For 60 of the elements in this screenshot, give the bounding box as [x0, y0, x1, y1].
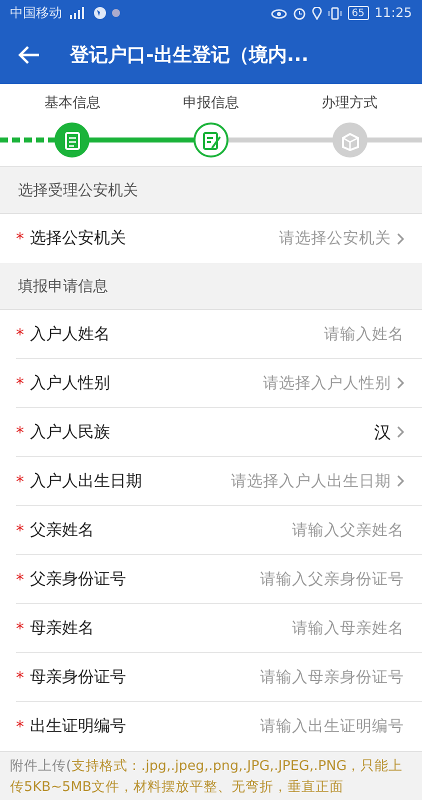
- battery-icon: 65: [348, 6, 369, 20]
- input-row[interactable]: * 入户人姓名 请输入姓名: [16, 310, 422, 359]
- field-label: 入户人性别: [30, 372, 110, 394]
- alarm-icon: [292, 6, 306, 20]
- input-row[interactable]: * 母亲身份证号 请输入母亲身份证号: [16, 653, 422, 702]
- required-mark: *: [16, 422, 24, 442]
- field-label: 母亲身份证号: [30, 666, 126, 688]
- field-label: 入户人民族: [30, 422, 110, 442]
- field-placeholder: 请选择公安机关: [279, 228, 391, 249]
- chevron-right-icon: [397, 475, 404, 487]
- input-row[interactable]: * 出生证明编号 请输入出生证明编号: [16, 702, 422, 751]
- step-label: 基本信息: [43, 94, 102, 112]
- section-header: 填报申请信息: [0, 263, 422, 310]
- required-mark: *: [16, 229, 24, 248]
- field-label: 父亲姓名: [30, 520, 94, 540]
- step-label: 申报信息: [182, 94, 240, 112]
- required-mark: *: [16, 324, 24, 344]
- required-mark: *: [16, 618, 24, 638]
- step-label: 办理方式: [320, 94, 379, 112]
- section-header: 选择受理公安机关: [0, 167, 422, 214]
- field-placeholder: 请输入母亲身份证号: [260, 666, 404, 688]
- field-label: 母亲姓名: [30, 618, 94, 638]
- field-label: 选择公安机关: [30, 228, 126, 249]
- field-placeholder: 请输入出生证明编号: [260, 716, 404, 737]
- select-row[interactable]: * 选择公安机关 请选择公安机关: [16, 214, 422, 263]
- required-mark: *: [16, 472, 24, 490]
- required-mark: *: [16, 374, 24, 392]
- field-label: 入户人姓名: [30, 324, 110, 344]
- field-value: 汉: [374, 422, 391, 444]
- input-row[interactable]: * 父亲姓名 请输入父亲姓名: [16, 506, 422, 555]
- select-row[interactable]: * 入户人性别 请选择入户人性别: [16, 359, 422, 408]
- location-icon: [312, 6, 322, 20]
- page-title: 登记户口-出生登记（境内...: [70, 43, 309, 68]
- upload-note: 附件上传(支持格式：.jpg,.jpeg,.png,.JPG,.JPEG,.PNG，只能上传5KB~5MB文件，材料摆放平整、无弯折，垂直正面: [10, 757, 404, 797]
- required-mark: *: [16, 668, 24, 686]
- chevron-right-icon: [397, 426, 404, 438]
- field-placeholder: 请输入母亲姓名: [292, 618, 404, 638]
- input-row[interactable]: * 母亲姓名 请输入母亲姓名: [16, 604, 422, 653]
- back-button[interactable]: [18, 45, 40, 65]
- field-placeholder: 请输入父亲姓名: [292, 520, 404, 540]
- clock-time: 11:25: [374, 6, 412, 20]
- dot-icon: [112, 9, 120, 17]
- select-row[interactable]: * 入户人民族 汉: [16, 408, 422, 457]
- required-mark: *: [16, 717, 24, 736]
- required-mark: *: [16, 520, 24, 540]
- field-label: 父亲身份证号: [30, 568, 126, 590]
- field-label: 入户人出生日期: [30, 470, 142, 492]
- required-mark: *: [16, 570, 24, 588]
- eye-icon: [270, 7, 287, 19]
- field-label: 出生证明编号: [30, 716, 126, 737]
- carrier-name: 中国移动: [10, 5, 62, 22]
- field-placeholder: 请选择入户人出生日期: [231, 470, 391, 492]
- chevron-right-icon: [397, 377, 404, 389]
- chevron-right-icon: [397, 232, 404, 244]
- vibrate-icon: [328, 6, 342, 20]
- field-placeholder: 请选择入户人性别: [263, 372, 391, 394]
- select-row[interactable]: * 入户人出生日期 请选择入户人出生日期: [16, 457, 422, 506]
- field-placeholder: 请输入父亲身份证号: [260, 568, 404, 590]
- input-row[interactable]: * 父亲身份证号 请输入父亲身份证号: [16, 555, 422, 604]
- field-placeholder: 请输入姓名: [324, 324, 404, 344]
